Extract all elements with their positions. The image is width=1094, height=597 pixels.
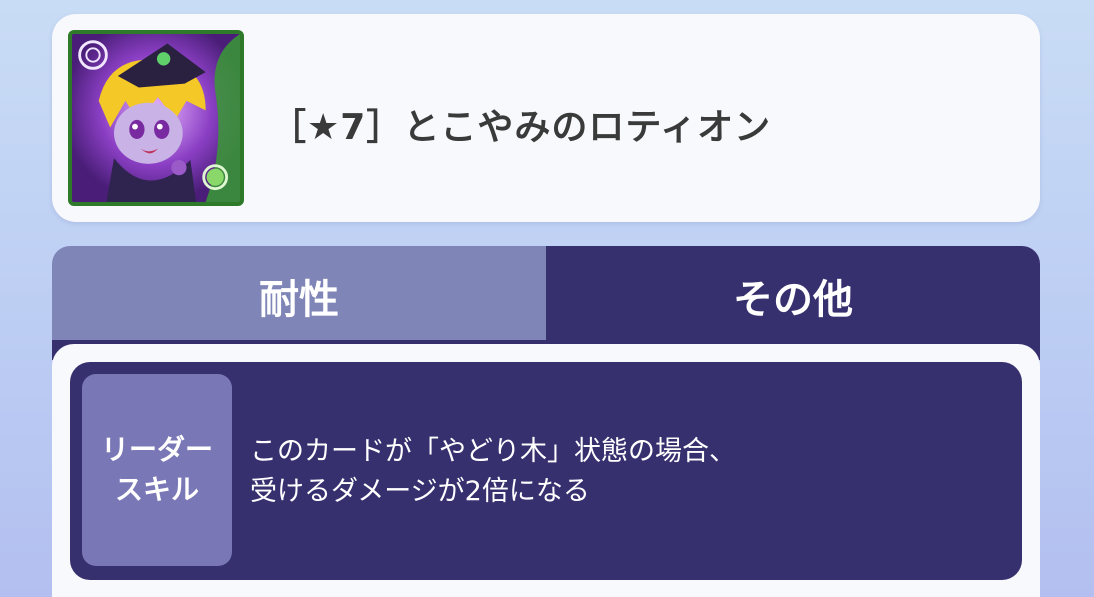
skill-label: リーダー スキル xyxy=(82,374,232,566)
skill-description: このカードが「やどり木」状態の場合、 受けるダメージが2倍になる xyxy=(250,432,736,512)
tab-other[interactable]: その他 xyxy=(546,246,1040,346)
skill-label-line2: スキル xyxy=(114,473,199,506)
card-header: ［★7］とこやみのロティオン xyxy=(52,14,1040,222)
leader-skill-box: リーダー スキル このカードが「やどり木」状態の場合、 受けるダメージが2倍にな… xyxy=(70,362,1022,580)
character-portrait-icon[interactable] xyxy=(68,30,244,206)
skill-desc-line2: 受けるダメージが2倍になる xyxy=(250,476,590,507)
skill-desc-line1: このカードが「やどり木」状態の場合、 xyxy=(250,436,736,467)
content-panel: リーダー スキル このカードが「やどり木」状態の場合、 受けるダメージが2倍にな… xyxy=(52,344,1040,597)
card-title: ［★7］とこやみのロティオン xyxy=(270,107,772,148)
character-art xyxy=(72,34,240,202)
skill-label-line1: リーダー xyxy=(100,433,213,466)
tab-resistance[interactable]: 耐性 xyxy=(52,246,546,346)
tab-bar: 耐性 その他 xyxy=(52,246,1040,346)
